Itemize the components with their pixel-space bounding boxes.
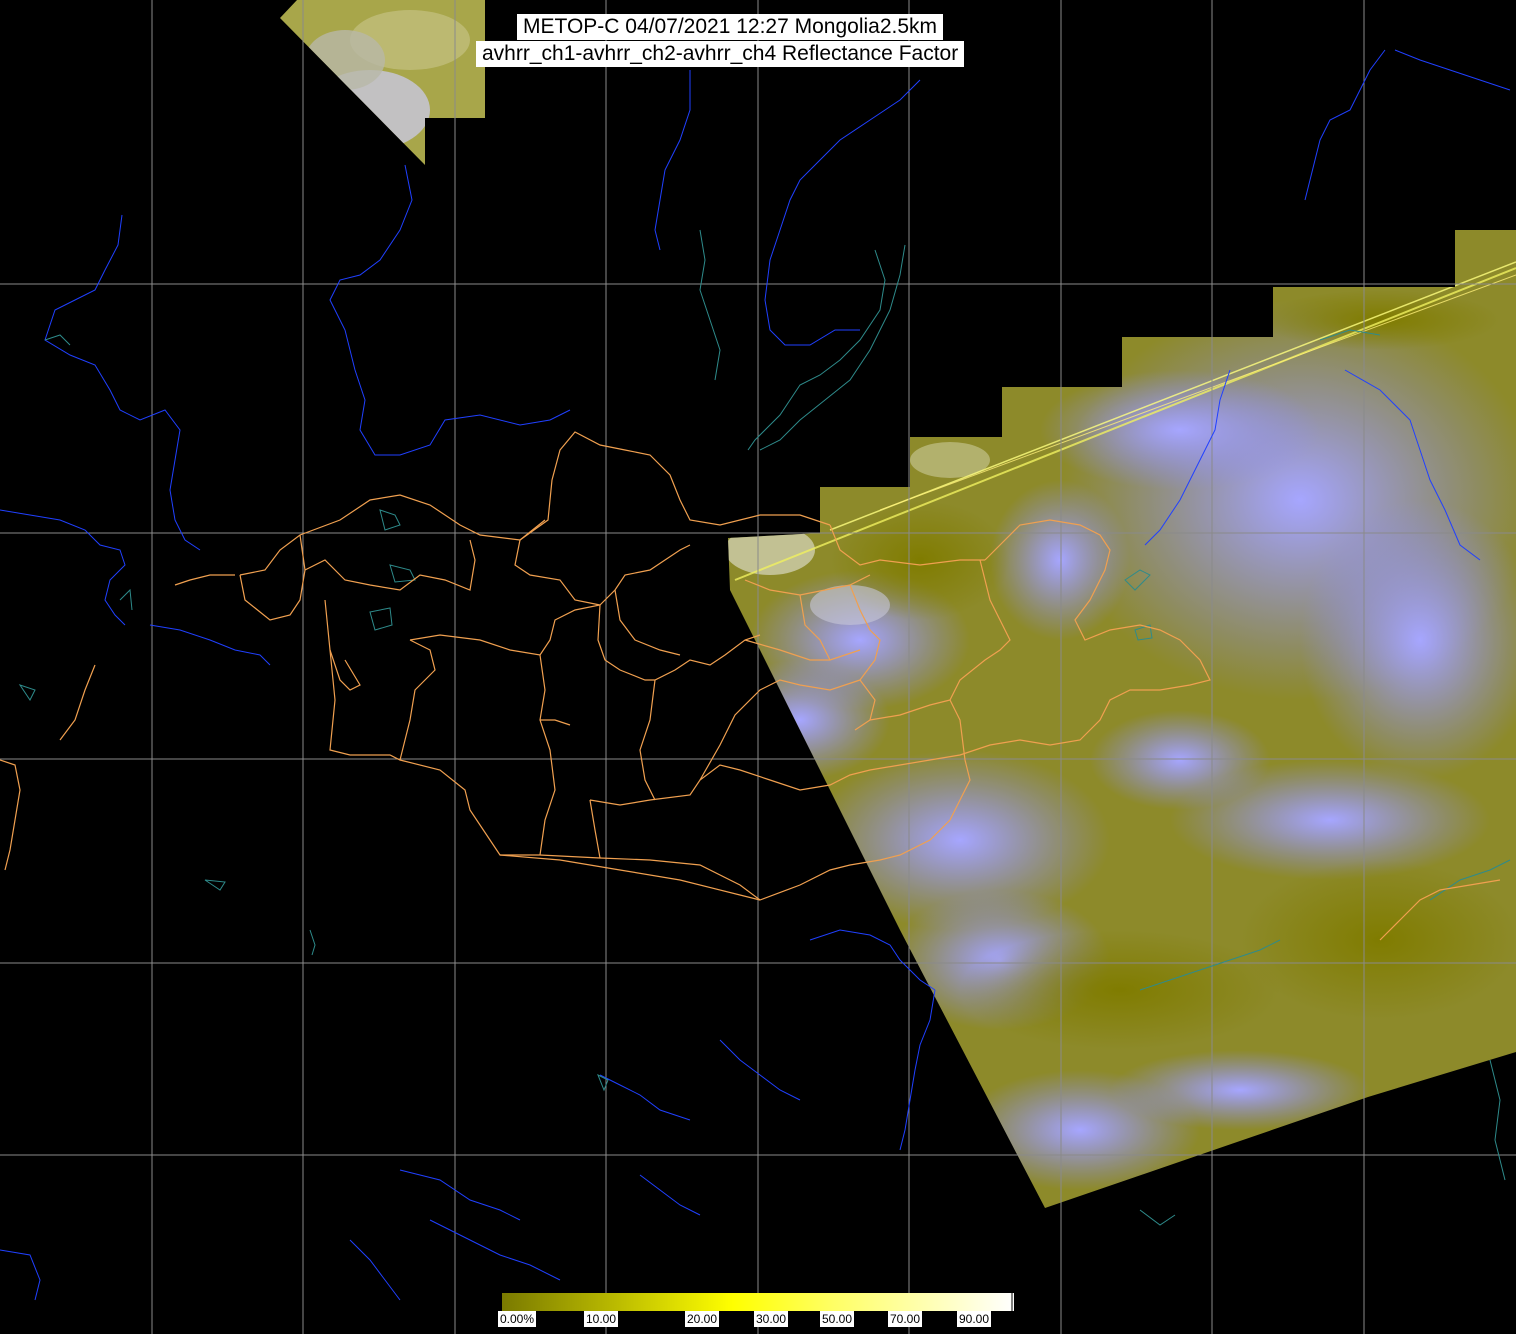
map-title: METOP-C 04/07/2021 12:27 Mongolia2.5km [517,14,944,40]
map-subtitle: avhrr_ch1-avhrr_ch2-avhrr_ch4 Reflectanc… [476,41,965,67]
colorbar-label-2: 20.00 [685,1311,720,1327]
colorbar-legend: 0.00% 10.00 20.00 30.00 50.00 70.00 90.0… [498,1293,1014,1334]
colorbar-ramp [502,1293,1014,1311]
satellite-swath [728,230,1516,1208]
colorbar-label-1: 10.00 [584,1311,619,1327]
satellite-map [0,0,1516,1334]
colorbar-label-3: 30.00 [754,1311,789,1327]
colorbar-label-6: 90.00 [957,1311,992,1327]
colorbar-label-5: 70.00 [888,1311,923,1327]
colorbar-label-4: 50.00 [820,1311,855,1327]
colorbar-label-0: 0.00% [498,1311,537,1327]
